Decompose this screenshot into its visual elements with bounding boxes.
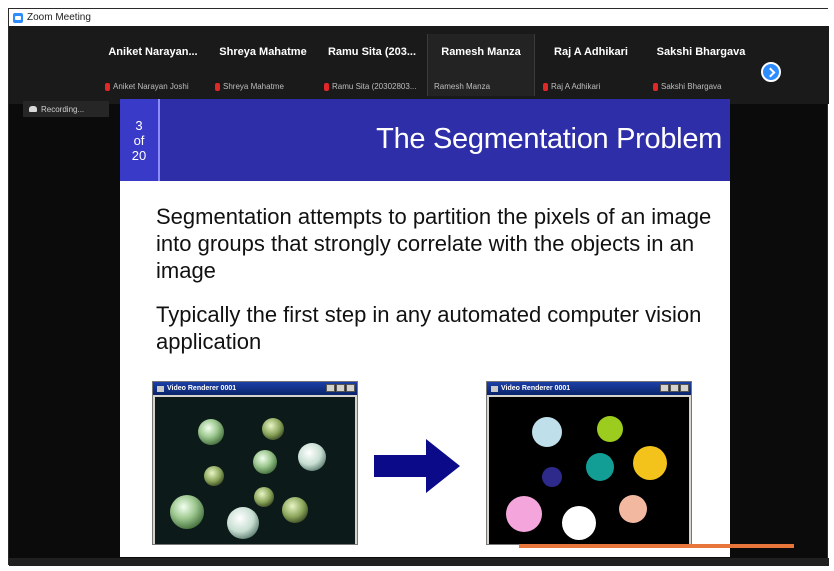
participant-strip: Aniket Narayan... Aniket Narayan Joshi S… [9, 26, 829, 104]
cloud-recording-icon [29, 106, 37, 112]
close-icon [680, 384, 689, 392]
segmented-image [489, 397, 689, 544]
segmentation-illustration [489, 397, 689, 544]
segment [542, 467, 562, 487]
coin [227, 507, 259, 539]
window-titlebar: Zoom Meeting [9, 9, 829, 26]
participant-subtitle: Ramu Sita (20302803... [324, 82, 424, 91]
participant-subtitle: Ramesh Manza [434, 82, 491, 91]
participant-tile[interactable]: Sakshi Bhargava Sakshi Bhargava [647, 34, 755, 96]
zoom-meeting-window: Zoom Meeting Aniket Narayan... Aniket Na… [8, 8, 829, 566]
coin [204, 466, 224, 486]
coins-illustration [155, 397, 355, 544]
participant-tile-active-speaker[interactable]: Ramesh Manza Ramesh Manza [427, 34, 535, 96]
participant-tile[interactable]: Aniket Narayan... Aniket Narayan Joshi [99, 34, 207, 96]
segment [597, 416, 623, 442]
coins-image [155, 397, 355, 544]
coin [170, 495, 204, 529]
video-renderer-title: Video Renderer 0001 [167, 385, 237, 392]
video-renderer-window-original: Video Renderer 0001 [152, 381, 358, 545]
video-renderer-titlebar: Video Renderer 0001 [153, 382, 357, 395]
participant-subtitle: Sakshi Bhargava [653, 82, 753, 91]
recording-indicator[interactable]: Recording... [23, 101, 109, 117]
bottom-bar [9, 558, 829, 566]
slide-total: 20 [131, 147, 147, 163]
muted-mic-icon [324, 82, 329, 91]
window-title: Zoom Meeting [27, 12, 91, 23]
participant-tile[interactable]: Shreya Mahatme Shreya Mahatme [209, 34, 317, 96]
video-renderer-title: Video Renderer 0001 [501, 385, 571, 392]
muted-mic-icon [653, 82, 658, 91]
segment [633, 446, 667, 480]
muted-mic-icon [215, 82, 220, 91]
participant-name: Raj A Adhikari [554, 46, 628, 58]
participant-name: Sakshi Bhargava [656, 46, 746, 58]
slide-of: of [133, 132, 145, 148]
minimize-icon [326, 384, 335, 392]
segment [619, 495, 647, 523]
window-controls [660, 384, 689, 392]
window-icon [157, 385, 164, 392]
participant-subtitle: Shreya Mahatme [215, 82, 315, 91]
coin [262, 418, 284, 440]
participant-name: Ramu Sita (203... [327, 46, 417, 58]
slide-title: The Segmentation Problem [376, 123, 722, 155]
recording-label: Recording... [41, 104, 85, 114]
shared-slide: 3 of 20 The Segmentation Problem Segment… [120, 99, 730, 557]
right-arrow-icon [374, 439, 460, 493]
participant-name: Aniket Narayan... [108, 46, 198, 58]
segment [532, 417, 562, 447]
next-participants-button[interactable] [761, 62, 781, 82]
slide-header: 3 of 20 The Segmentation Problem [120, 99, 730, 181]
muted-mic-icon [543, 82, 548, 91]
maximize-icon [670, 384, 679, 392]
share-progress-bar [519, 544, 794, 548]
slide-number-box: 3 of 20 [120, 99, 160, 181]
participant-name: Ramesh Manza [441, 46, 521, 58]
participant-subtitle: Aniket Narayan Joshi [105, 82, 205, 91]
participant-name: Shreya Mahatme [219, 46, 307, 58]
maximize-icon [336, 384, 345, 392]
minimize-icon [660, 384, 669, 392]
coin [198, 419, 224, 445]
segment [506, 496, 542, 532]
video-renderer-titlebar: Video Renderer 0001 [487, 382, 691, 395]
window-controls [326, 384, 355, 392]
segment [562, 506, 596, 540]
slide-number: 3 [135, 117, 143, 133]
slide-bullet: Segmentation attempts to partition the p… [156, 204, 712, 283]
participant-tile[interactable]: Raj A Adhikari Raj A Adhikari [537, 34, 645, 96]
coin [282, 497, 308, 523]
participant-tile[interactable]: Ramu Sita (203... Ramu Sita (20302803... [318, 34, 426, 96]
window-icon [491, 385, 498, 392]
segment [586, 453, 614, 481]
participant-subtitle: Raj A Adhikari [543, 82, 643, 91]
close-icon [346, 384, 355, 392]
muted-mic-icon [105, 82, 110, 91]
zoom-app-icon [13, 12, 23, 23]
coin [298, 443, 326, 471]
coin [253, 450, 277, 474]
video-renderer-window-segmented: Video Renderer 0001 [486, 381, 692, 545]
coin [254, 487, 274, 507]
slide-bullet: Typically the first step in any automate… [156, 302, 702, 354]
